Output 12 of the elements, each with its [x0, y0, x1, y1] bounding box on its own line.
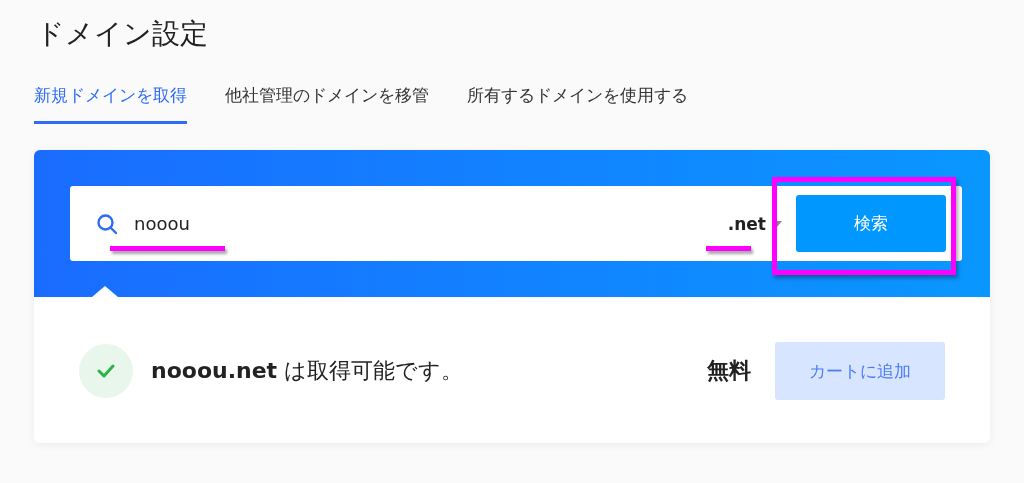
tab[interactable]: 新規ドメインを取得	[34, 84, 187, 124]
tab[interactable]: 所有するドメインを使用する	[467, 84, 688, 124]
availability-message: nooou.net は取得可能です。	[151, 357, 465, 385]
price-label: 無料	[707, 357, 751, 385]
page-title: ドメイン設定	[36, 16, 208, 52]
highlight-underline	[706, 246, 751, 251]
search-input-value: nooou	[134, 213, 191, 234]
tld-select[interactable]: .net	[727, 213, 766, 234]
pointer-notch	[92, 286, 118, 297]
check-icon	[97, 364, 115, 378]
tab[interactable]: 他社管理のドメインを移管	[225, 84, 429, 124]
search-icon	[96, 212, 118, 235]
